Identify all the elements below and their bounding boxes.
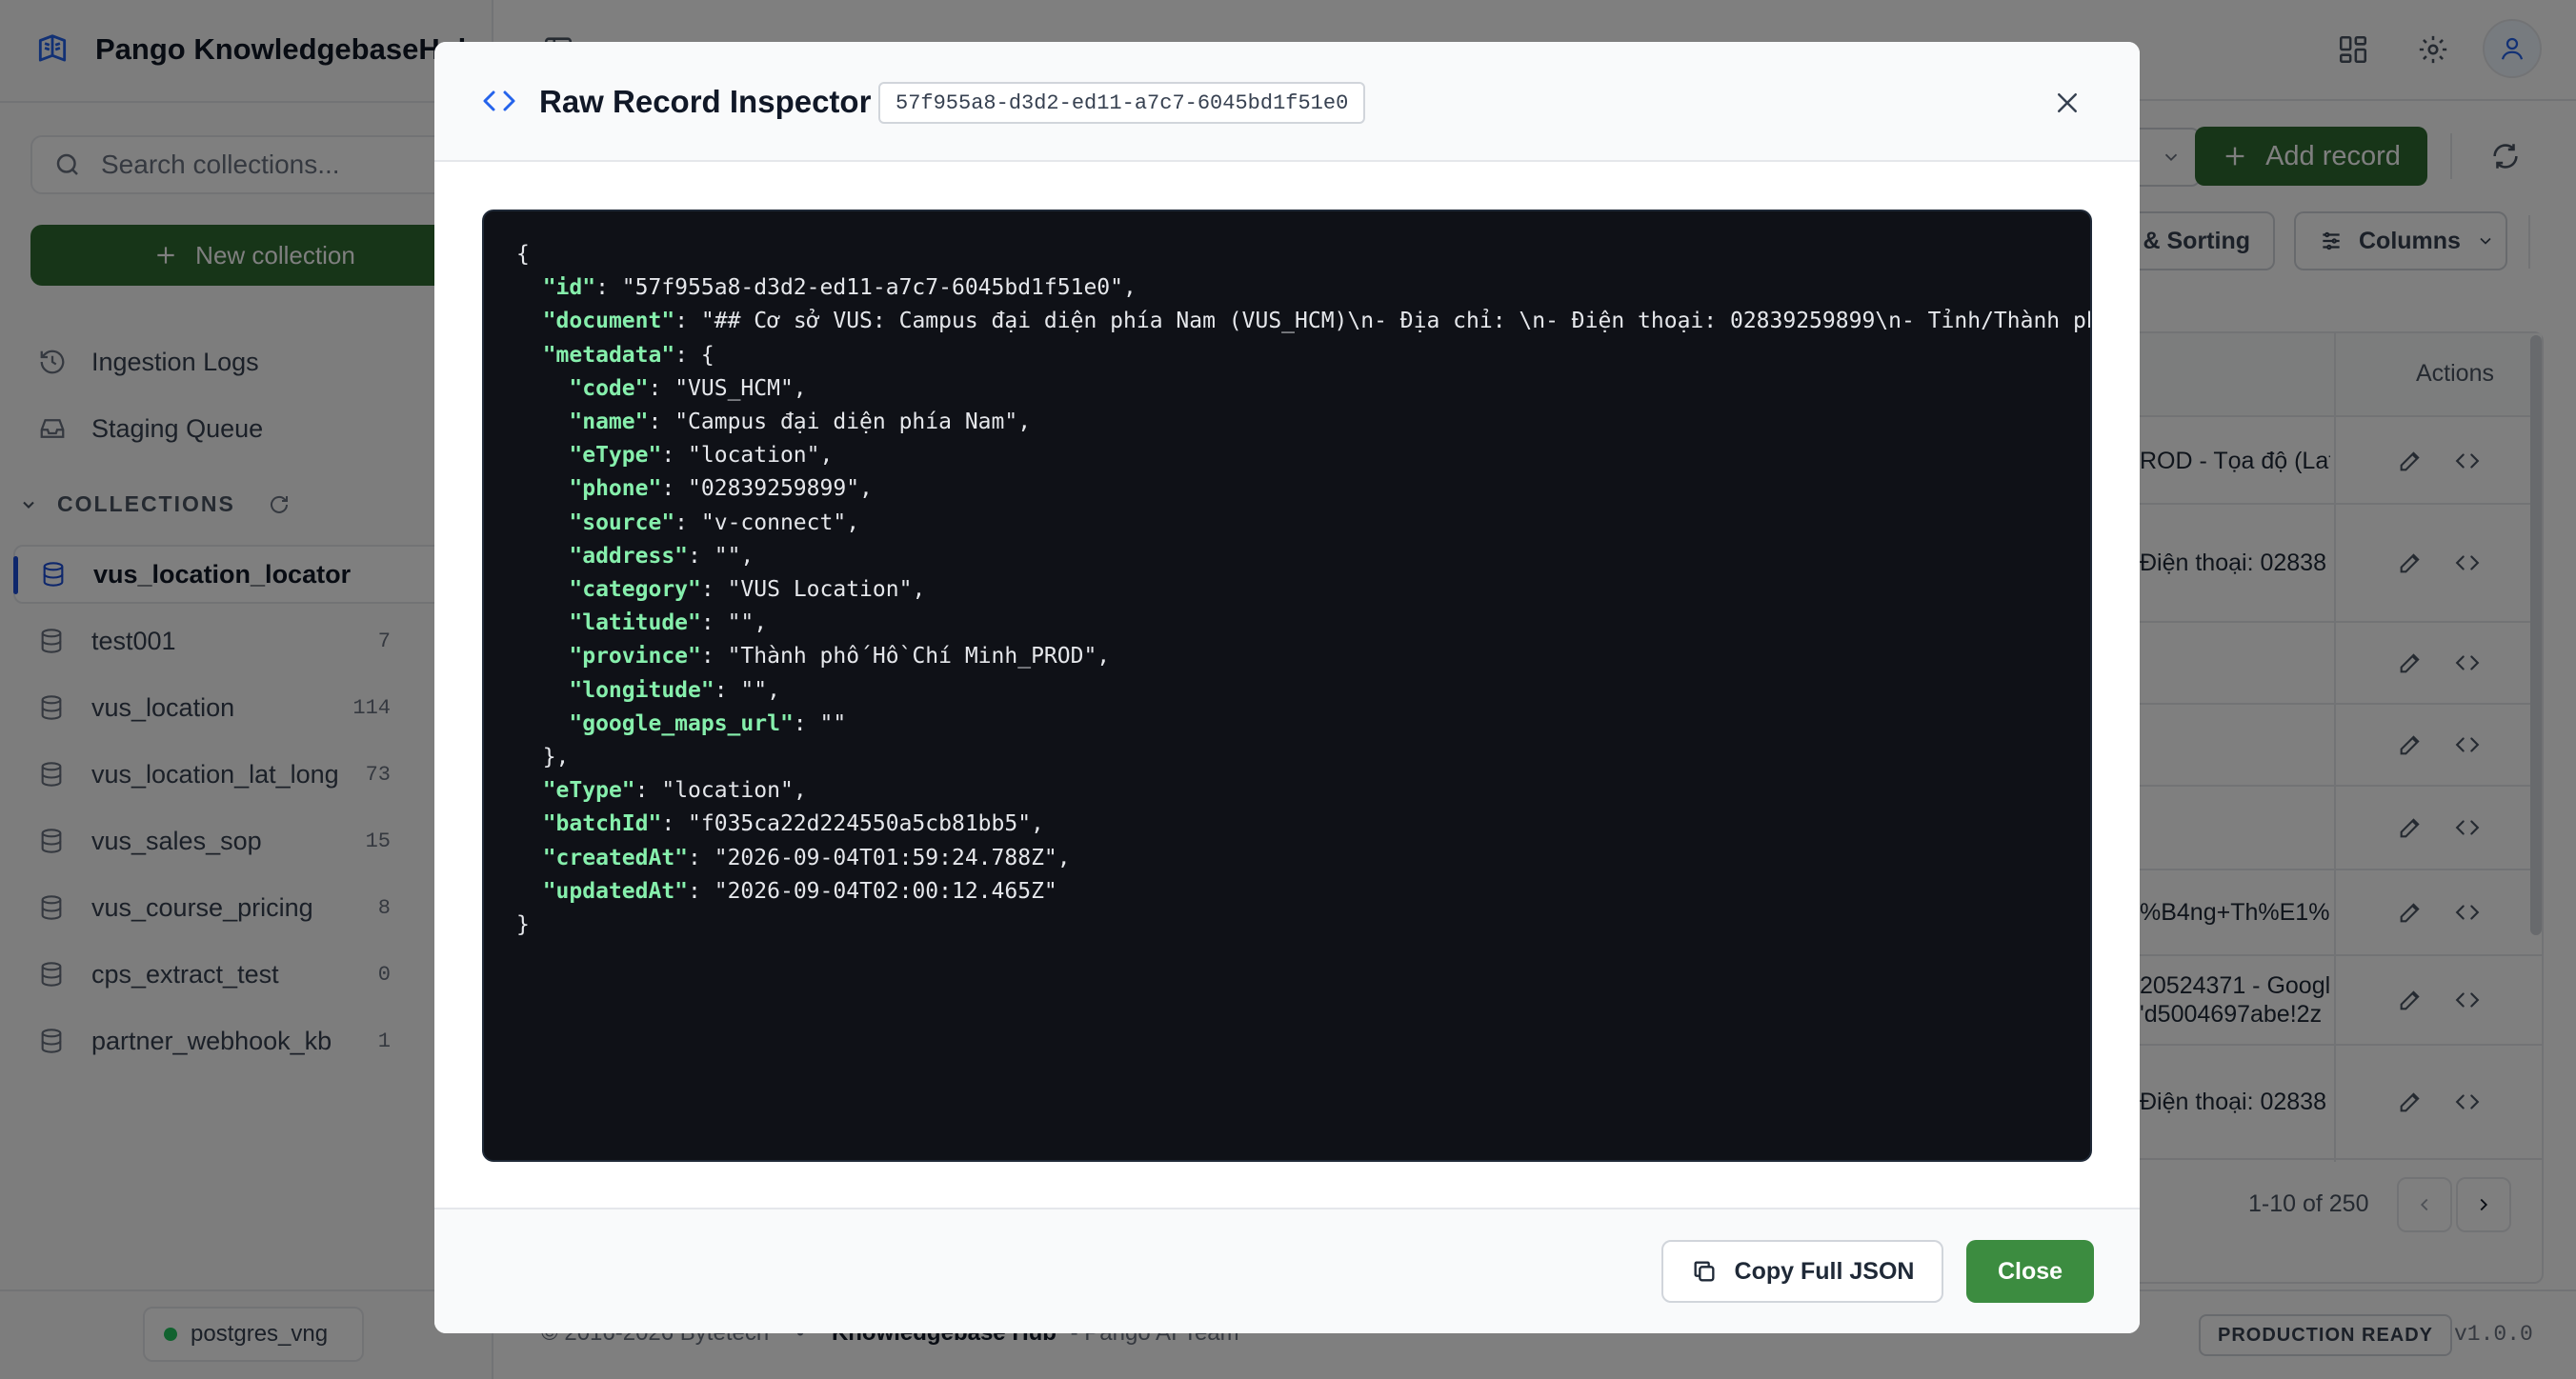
json-value: "v-connect", — [700, 510, 860, 535]
json-value: "2026-09-04T01:59:24.788Z", — [714, 845, 1071, 870]
json-value: "location", — [688, 443, 834, 469]
json-punctuation: { — [516, 242, 530, 267]
json-key: "createdAt" — [542, 845, 689, 870]
json-value: "Campus đại diện phía Nam", — [674, 410, 1032, 435]
json-line: "updatedAt": "2026-09-04T02:00:12.465Z" — [542, 878, 1057, 904]
json-line: "eType": "location", — [542, 778, 807, 804]
json-value: { — [700, 342, 714, 368]
json-key: "code" — [569, 375, 649, 401]
json-value: "57f955a8-d3d2-ed11-a7c7-6045bd1f51e0", — [621, 275, 1137, 301]
json-value: "location", — [661, 778, 807, 804]
json-line: "google_maps_url": "" — [569, 710, 847, 736]
json-key: "source" — [569, 510, 675, 535]
json-line: "batchId": "f035ca22d224550a5cb81bb5", — [542, 811, 1044, 837]
json-value: "Thành phố Hồ Chí Minh_PROD", — [727, 644, 1111, 670]
copy-icon — [1691, 1258, 1718, 1285]
copy-label: Copy Full JSON — [1734, 1257, 1915, 1285]
json-line: "document": "## Cơ sở VUS: Campus đại di… — [516, 305, 2092, 338]
json-value: "2026-09-04T02:00:12.465Z" — [714, 878, 1057, 904]
json-punctuation: } — [516, 912, 530, 938]
json-value: "", — [714, 543, 755, 569]
json-key: "address" — [569, 543, 689, 569]
json-line: }, — [516, 741, 2090, 774]
raw-record-inspector-dialog: Raw Record Inspector 57f955a8-d3d2-ed11-… — [434, 42, 2140, 1333]
code-icon — [480, 84, 518, 118]
json-line: { — [516, 238, 2090, 271]
json-key: "eType" — [569, 443, 662, 469]
json-value: "" — [819, 710, 847, 736]
json-key: "document" — [542, 309, 675, 334]
json-key: "phone" — [569, 476, 662, 502]
json-key: "updatedAt" — [542, 878, 689, 904]
json-line: "phone": "02839259899", — [569, 476, 873, 502]
json-key: "batchId" — [542, 811, 662, 837]
dialog-title: Raw Record Inspector — [539, 84, 872, 119]
record-id-badge: 57f955a8-d3d2-ed11-a7c7-6045bd1f51e0 — [878, 82, 1366, 124]
json-key: "category" — [569, 577, 701, 603]
json-value: "VUS_HCM", — [674, 375, 807, 401]
json-line: } — [516, 909, 2090, 942]
dialog-header: Raw Record Inspector 57f955a8-d3d2-ed11-… — [434, 42, 2140, 162]
json-key: "province" — [569, 644, 701, 670]
close-icon[interactable] — [2044, 80, 2090, 126]
json-key: "name" — [569, 410, 649, 435]
json-key: "id" — [542, 275, 596, 301]
json-key: "eType" — [542, 778, 635, 804]
copy-full-json-button[interactable]: Copy Full JSON — [1661, 1240, 1943, 1303]
json-value: "f035ca22d224550a5cb81bb5", — [688, 811, 1044, 837]
json-punctuation: }, — [542, 745, 570, 770]
json-key: "latitude" — [569, 610, 701, 636]
json-value: "02839259899", — [688, 476, 873, 502]
json-key: "google_maps_url" — [569, 710, 794, 736]
json-key: "metadata" — [542, 342, 675, 368]
json-value: "", — [740, 677, 780, 703]
json-line: "id": "57f955a8-d3d2-ed11-a7c7-6045bd1f5… — [542, 275, 1137, 301]
json-viewer[interactable]: { "id": "57f955a8-d3d2-ed11-a7c7-6045bd1… — [482, 210, 2092, 1162]
json-line: "address": "", — [569, 543, 755, 569]
json-line: "province": "Thành phố Hồ Chí Minh_PROD"… — [569, 644, 1111, 670]
json-line: "eType": "location", — [569, 443, 834, 469]
json-line: "longitude": "", — [569, 677, 780, 703]
close-button[interactable]: Close — [1966, 1240, 2094, 1303]
json-value: "## Cơ sở VUS: Campus đại diện phía Nam … — [700, 309, 2092, 334]
json-line: "latitude": "", — [569, 610, 768, 636]
json-code-block: { "id": "57f955a8-d3d2-ed11-a7c7-6045bd1… — [516, 238, 2092, 942]
json-line: "createdAt": "2026-09-04T01:59:24.788Z", — [542, 845, 1071, 870]
json-value: "VUS Location", — [727, 577, 926, 603]
json-line: "metadata": { — [542, 342, 714, 368]
json-line: "source": "v-connect", — [569, 510, 860, 535]
json-line: "name": "Campus đại diện phía Nam", — [569, 410, 1032, 435]
json-key: "longitude" — [569, 677, 714, 703]
json-line: "category": "VUS Location", — [569, 577, 926, 603]
json-line: "code": "VUS_HCM", — [569, 375, 807, 401]
json-value: "", — [727, 610, 768, 636]
